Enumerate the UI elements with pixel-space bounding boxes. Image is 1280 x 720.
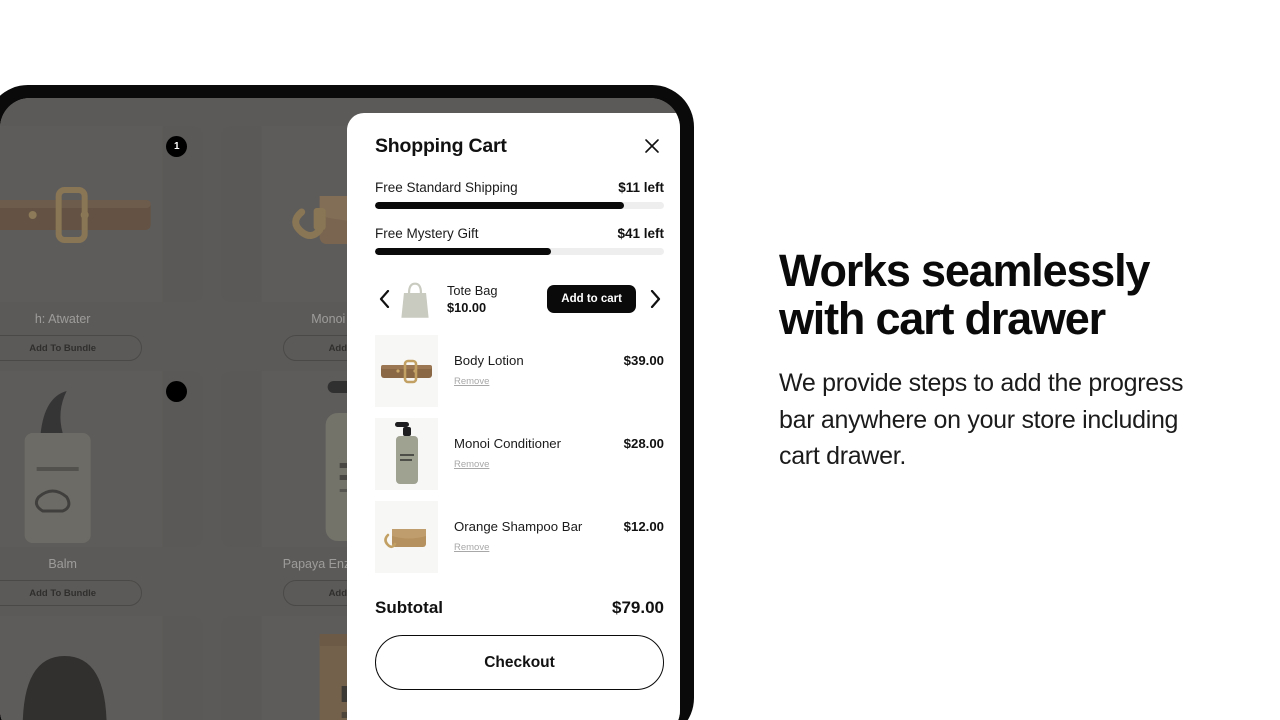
remove-item-link[interactable]: Remove	[454, 376, 489, 387]
progress-remaining: $41 left	[617, 226, 664, 241]
device-frame: 1 h: Atwater Add To Bundle Monoi Add Bal…	[0, 85, 694, 720]
checkout-button[interactable]: Checkout	[375, 635, 664, 690]
upsell-product-name: Tote Bag	[447, 282, 498, 298]
cart-item-name: Body Lotion	[454, 353, 524, 368]
add-to-cart-button[interactable]: Add to cart	[547, 285, 636, 313]
carousel-next-icon[interactable]	[646, 284, 664, 314]
cart-item: Monoi Conditioner Remove $28.00	[375, 418, 664, 501]
subtotal-value: $79.00	[612, 598, 664, 617]
close-icon[interactable]	[640, 134, 664, 158]
marketing-body: We provide steps to add the progress bar…	[779, 369, 1184, 470]
cart-header: Shopping Cart	[375, 113, 664, 158]
upsell-thumbnail	[397, 277, 433, 321]
cart-item: Orange Shampoo Bar Remove $12.00	[375, 501, 664, 584]
marketing-copy: Works seamlessly with cart drawer We pro…	[779, 245, 1199, 474]
progress-free-mystery-gift: Free Mystery Gift $41 left	[375, 226, 664, 255]
upsell-info: Tote Bag $10.00	[447, 282, 547, 317]
progress-fill	[375, 202, 624, 209]
cart-drawer: Shopping Cart Free Standard Shipping $11…	[347, 113, 680, 720]
progress-label: Free Mystery Gift	[375, 226, 479, 241]
cart-item-name: Orange Shampoo Bar	[454, 519, 583, 534]
cart-item-thumbnail-pouch	[375, 501, 438, 573]
cart-title: Shopping Cart	[375, 134, 507, 157]
progress-remaining: $11 left	[618, 180, 664, 195]
cart-item-price: $28.00	[623, 436, 664, 451]
cart-item-name: Monoi Conditioner	[454, 436, 562, 451]
cart-item-thumbnail-collar	[375, 335, 438, 407]
remove-item-link[interactable]: Remove	[454, 459, 489, 470]
device-screen: 1 h: Atwater Add To Bundle Monoi Add Bal…	[0, 98, 680, 720]
carousel-prev-icon[interactable]	[375, 284, 393, 314]
upsell-carousel: Tote Bag $10.00 Add to cart	[375, 277, 664, 321]
cart-item-price: $39.00	[623, 353, 664, 368]
progress-track	[375, 202, 664, 209]
progress-fill	[375, 248, 552, 255]
cart-item-price: $12.00	[623, 519, 664, 534]
subtotal-row: Subtotal $79.00	[375, 598, 664, 618]
progress-label: Free Standard Shipping	[375, 180, 518, 195]
cart-item: Body Lotion Remove $39.00	[375, 335, 664, 418]
progress-free-standard-shipping: Free Standard Shipping $11 left	[375, 180, 664, 209]
subtotal-label: Subtotal	[375, 598, 443, 617]
marketing-heading: Works seamlessly with cart drawer	[779, 245, 1150, 345]
page-root: 1 h: Atwater Add To Bundle Monoi Add Bal…	[0, 0, 1280, 720]
progress-track	[375, 248, 664, 255]
cart-item-list: Body Lotion Remove $39.00 Monoi Conditio…	[375, 335, 664, 584]
cart-item-thumbnail-bottle	[375, 418, 438, 490]
remove-item-link[interactable]: Remove	[454, 542, 489, 553]
upsell-product-price: $10.00	[447, 300, 487, 315]
